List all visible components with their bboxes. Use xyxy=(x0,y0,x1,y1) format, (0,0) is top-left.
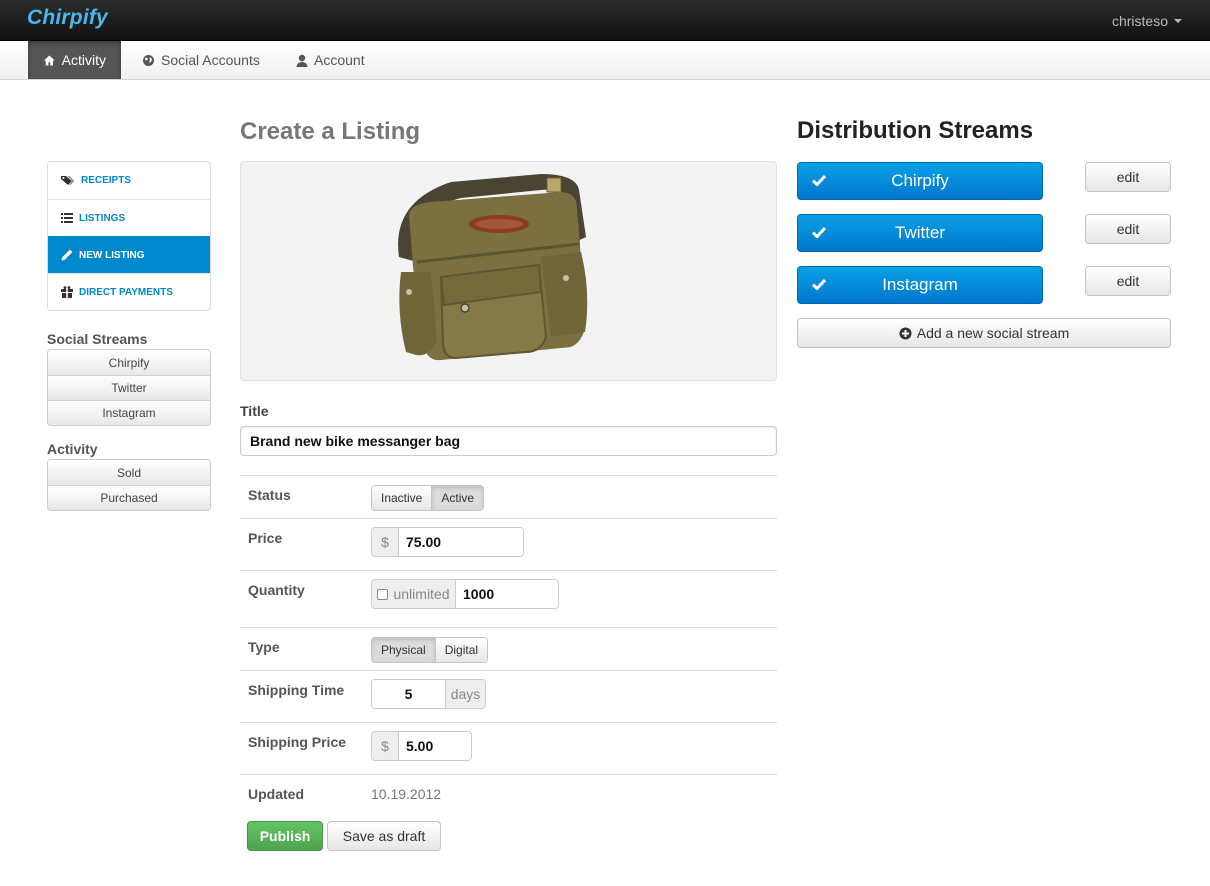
edit-instagram-button[interactable]: edit xyxy=(1085,266,1171,296)
plus-circle-icon xyxy=(899,327,912,339)
sub-navbar: Activity Social Accounts Account xyxy=(0,41,1210,80)
listing-form-table: Status Inactive Active Price $ 75.00 Qua… xyxy=(240,475,777,814)
shipping-time-row: Shipping Time 5 days xyxy=(240,670,777,722)
shipping-time-label: Shipping Time xyxy=(248,682,345,698)
edit-twitter-button[interactable]: edit xyxy=(1085,214,1171,244)
check-icon xyxy=(812,278,826,290)
user-icon xyxy=(296,54,308,67)
pencil-icon xyxy=(61,249,73,261)
status-label: Status xyxy=(248,487,291,503)
stream-label: Twitter xyxy=(894,223,946,242)
tab-social-accounts[interactable]: Social Accounts xyxy=(127,41,275,79)
list-icon xyxy=(61,213,73,223)
title-input[interactable]: Brand new bike messanger bag xyxy=(240,426,777,456)
type-toggle: Physical Digital xyxy=(371,637,489,663)
type-label: Type xyxy=(248,639,280,655)
social-streams-group: Chirpify Twitter Instagram xyxy=(47,349,211,426)
home-icon xyxy=(43,55,55,65)
quantity-input-group: unlimited 1000 xyxy=(371,579,559,609)
shipping-currency-addon: $ xyxy=(372,732,399,760)
updated-label: Updated xyxy=(248,786,304,802)
unlimited-addon[interactable]: unlimited xyxy=(372,580,456,608)
currency-addon: $ xyxy=(372,528,399,556)
top-navbar: Chirpify christeso xyxy=(0,0,1210,41)
stream-label: Chirpify xyxy=(891,171,949,190)
sidebar-item-label: RECEIPTS xyxy=(81,175,132,186)
shipping-price-input[interactable]: 5.00 xyxy=(399,732,471,760)
save-draft-button[interactable]: Save as draft xyxy=(327,821,441,851)
stream-chirpify-button[interactable]: Chirpify xyxy=(797,162,1043,200)
activity-sold-button[interactable]: Sold xyxy=(48,460,210,485)
shipping-price-label: Shipping Price xyxy=(248,734,347,750)
price-input[interactable]: 75.00 xyxy=(399,528,523,556)
user-menu[interactable]: christeso xyxy=(1112,13,1182,29)
social-stream-instagram-button[interactable]: Instagram xyxy=(48,400,210,425)
page-title: Create a Listing xyxy=(240,118,421,145)
sidebar-item-receipts[interactable]: RECEIPTS xyxy=(48,162,210,199)
sidebar-item-direct-payments[interactable]: DIRECT PAYMENTS xyxy=(48,273,210,310)
gift-icon xyxy=(61,286,73,298)
logo-text: Chirpify xyxy=(27,6,108,29)
chirpify-logo[interactable]: Chirpify xyxy=(27,6,108,30)
shipping-price-row: Shipping Price $ 5.00 xyxy=(240,722,777,774)
sidebar-nav: RECEIPTS LISTINGS NEW LISTING DIRECT PAY… xyxy=(47,161,211,311)
status-toggle: Inactive Active xyxy=(371,485,485,511)
add-social-stream-button[interactable]: Add a new social stream xyxy=(797,318,1171,348)
check-icon xyxy=(812,174,826,186)
listing-image[interactable] xyxy=(240,161,777,381)
type-digital-button[interactable]: Digital xyxy=(434,638,488,662)
updated-row: Updated 10.19.2012 xyxy=(240,774,777,814)
price-label: Price xyxy=(248,530,283,546)
tab-activity[interactable]: Activity xyxy=(28,41,121,79)
social-streams-heading: Social Streams xyxy=(47,331,148,347)
unlimited-checkbox[interactable] xyxy=(377,588,389,600)
sidebar-item-label: DIRECT PAYMENTS xyxy=(79,286,173,298)
tab-label: Social Accounts xyxy=(161,52,260,68)
check-icon xyxy=(812,226,826,238)
stream-label: Instagram xyxy=(882,275,958,294)
activity-purchased-button[interactable]: Purchased xyxy=(48,485,210,510)
add-stream-label: Add a new social stream xyxy=(916,325,1070,341)
edit-chirpify-button[interactable]: edit xyxy=(1085,162,1171,192)
caret-down-icon xyxy=(1174,19,1182,23)
quantity-row: Quantity unlimited 1000 xyxy=(240,570,777,627)
tab-label: Account xyxy=(314,52,365,68)
type-row: Type Physical Digital xyxy=(240,627,777,670)
messenger-bag-image xyxy=(398,174,588,361)
distribution-streams-title: Distribution Streams xyxy=(797,117,1034,144)
shipping-time-input-group: 5 days xyxy=(371,679,486,709)
title-label: Title xyxy=(240,403,269,419)
days-addon: days xyxy=(445,680,485,708)
updated-value: 10.19.2012 xyxy=(371,786,442,802)
social-stream-chirpify-button[interactable]: Chirpify xyxy=(48,350,210,375)
status-active-button[interactable]: Active xyxy=(431,486,484,510)
activity-group: Sold Purchased xyxy=(47,459,211,511)
status-row: Status Inactive Active xyxy=(240,475,777,518)
quantity-label: Quantity xyxy=(248,582,305,598)
tab-label: Activity xyxy=(61,52,106,68)
social-stream-twitter-button[interactable]: Twitter xyxy=(48,375,210,400)
tags-icon xyxy=(61,176,74,185)
sidebar-item-new-listing[interactable]: NEW LISTING xyxy=(48,236,210,273)
status-inactive-button[interactable]: Inactive xyxy=(372,486,432,510)
sidebar-item-listings[interactable]: LISTINGS xyxy=(48,199,210,236)
globe-icon xyxy=(143,54,154,66)
activity-heading: Activity xyxy=(47,441,98,457)
sidebar-item-label: NEW LISTING xyxy=(79,249,145,261)
shipping-time-input[interactable]: 5 xyxy=(372,680,445,708)
price-row: Price $ 75.00 xyxy=(240,518,777,570)
quantity-input[interactable]: 1000 xyxy=(456,580,558,608)
stream-instagram-button[interactable]: Instagram xyxy=(797,266,1043,304)
username: christeso xyxy=(1111,13,1168,29)
sidebar-item-label: LISTINGS xyxy=(79,212,126,224)
stream-twitter-button[interactable]: Twitter xyxy=(797,214,1043,252)
shipping-price-input-group: $ 5.00 xyxy=(371,731,472,761)
unlimited-label: unlimited xyxy=(393,586,450,602)
publish-button[interactable]: Publish xyxy=(247,821,323,851)
tab-account[interactable]: Account xyxy=(281,41,380,79)
price-input-group: $ 75.00 xyxy=(371,527,524,557)
type-physical-button[interactable]: Physical xyxy=(372,638,435,662)
